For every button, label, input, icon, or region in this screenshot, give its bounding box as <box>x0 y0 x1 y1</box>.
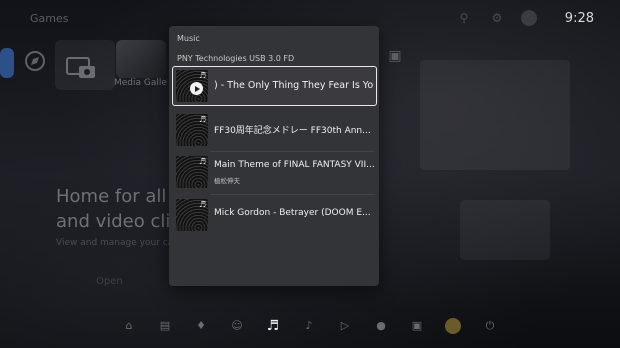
section-title[interactable]: Games <box>30 12 68 25</box>
track-item[interactable]: ♬ Mick Gordon - Betrayer (DOOM E... <box>173 196 375 234</box>
panel-heading: Music <box>177 34 200 43</box>
power-icon[interactable]: ⏻ <box>482 318 498 334</box>
note-icon: ♬ <box>198 200 206 209</box>
sound-output-icon[interactable]: ♪ <box>301 318 317 334</box>
media-gallery-tile[interactable] <box>55 40 115 90</box>
home-icon[interactable]: ⌂ <box>121 318 137 334</box>
gear-icon[interactable]: ⚙ <box>489 10 505 26</box>
track-title: ) - The Only Thing They Fear Is You <box>214 80 374 91</box>
clock: 9:28 <box>564 11 594 26</box>
track-item[interactable]: ♬ ) - The Only Thing They Fear Is You <box>172 66 377 106</box>
background-panel <box>460 200 550 260</box>
game-tile[interactable] <box>116 40 166 78</box>
hero-subtitle: View and manage your ca <box>56 238 174 248</box>
album-art: ♬ <box>176 156 208 188</box>
track-item[interactable]: ♬ FF30周年記念メドレー FF30th Ann... <box>173 111 375 149</box>
track-artist: 植松伸夫 <box>214 177 240 185</box>
search-icon[interactable]: ⚲ <box>456 10 472 26</box>
background-panel <box>420 60 570 170</box>
notifications-icon[interactable]: ♦ <box>193 318 209 334</box>
note-icon: ♬ <box>198 157 206 166</box>
track-title: FF30周年記念メドレー FF30th Ann... <box>214 126 371 136</box>
avatar[interactable] <box>521 10 537 26</box>
game-base-icon[interactable]: ▣ <box>382 48 408 70</box>
app-tile[interactable] <box>0 48 14 78</box>
album-art: ♬ <box>176 70 208 102</box>
play-icon[interactable] <box>190 82 203 95</box>
track-title: Main Theme of FINAL FANTASY VII... <box>214 160 374 170</box>
note-icon: ♬ <box>198 71 206 80</box>
explore-icon[interactable] <box>22 48 48 74</box>
open-button[interactable]: Open <box>96 276 123 287</box>
controller-icon[interactable]: ▣ <box>409 318 425 334</box>
note-icon: ♬ <box>198 115 206 124</box>
divider <box>210 194 375 195</box>
volume-icon[interactable]: ▷ <box>337 318 353 334</box>
music-icon[interactable]: ♬ <box>265 318 281 334</box>
album-art: ♬ <box>176 114 208 146</box>
control-center-dock: ⌂ ▤ ♦ ☺ ♬ ♪ ▷ ● ▣ ⏻ <box>0 310 620 340</box>
game-base-icon[interactable]: ☺ <box>229 318 245 334</box>
tile-label: Media Galle <box>114 78 167 88</box>
divider <box>210 151 375 152</box>
album-art: ♬ <box>176 199 208 231</box>
avatar-icon[interactable] <box>445 318 461 334</box>
music-panel: Music PNY Technologies USB 3.0 FD ♬ ) - … <box>169 26 379 286</box>
mic-icon[interactable]: ● <box>373 318 389 334</box>
source-label: PNY Technologies USB 3.0 FD <box>177 54 295 63</box>
track-title: Mick Gordon - Betrayer (DOOM E... <box>214 208 371 218</box>
game-library-icon[interactable]: ▤ <box>157 318 173 334</box>
track-item[interactable]: ♬ Main Theme of FINAL FANTASY VII... 植松伸… <box>173 153 375 191</box>
